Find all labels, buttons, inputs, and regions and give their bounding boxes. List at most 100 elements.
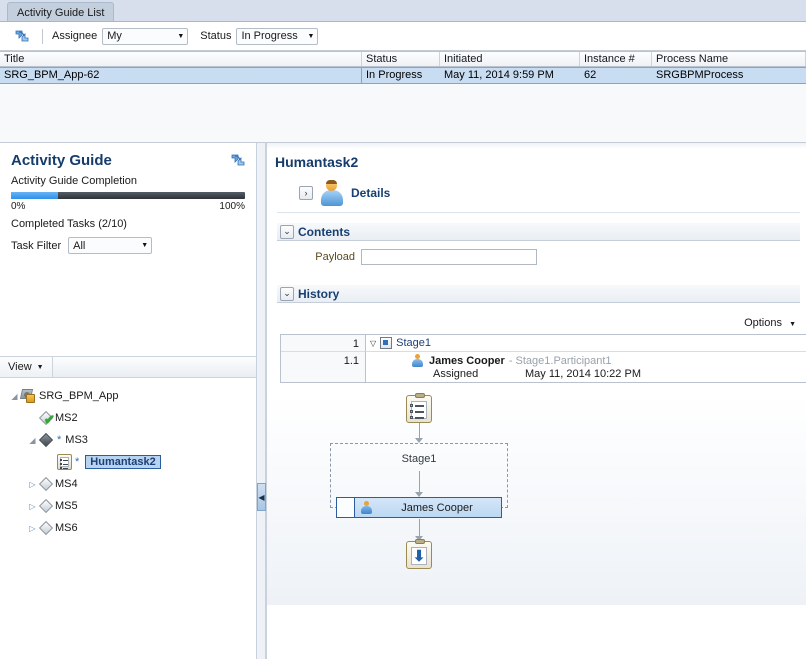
details-section-header[interactable]: › Details bbox=[277, 174, 800, 213]
options-menu-button[interactable]: Options ▼ bbox=[744, 317, 796, 329]
column-header-status[interactable]: Status bbox=[362, 52, 440, 66]
history-row-content: ▽ Stage1 bbox=[366, 335, 806, 352]
task-icon bbox=[57, 454, 72, 470]
cell-title: SRG_BPM_App-62 bbox=[0, 68, 362, 83]
payload-row: Payload bbox=[277, 241, 800, 275]
progress-max-label: 100% bbox=[219, 201, 245, 212]
chevron-down-icon: ▼ bbox=[36, 363, 44, 371]
task-detail-panel: Humantask2 › Details ⌄ Contents Payload … bbox=[266, 143, 806, 659]
task-tree: ◢ SRG_BPM_App ✔ MS2 ◢ * MS3 * Humantask2 ▷ MS4 ▷ MS5… bbox=[0, 378, 256, 659]
main-split: Activity Guide Activity Guide Completion… bbox=[0, 143, 806, 659]
completion-progress-bar bbox=[11, 192, 245, 199]
assignee-value: My bbox=[107, 30, 122, 42]
tree-twisty-collapsed[interactable]: ▷ bbox=[26, 524, 39, 533]
task-start-icon[interactable] bbox=[406, 393, 432, 423]
history-row-content: James Cooper - Stage1.Participant1 Assig… bbox=[366, 352, 806, 382]
refresh-icon[interactable] bbox=[13, 27, 31, 45]
assignee-select[interactable]: My ▼ bbox=[102, 27, 189, 45]
flow-arrow bbox=[415, 471, 424, 497]
chevron-down-icon: ▼ bbox=[307, 32, 315, 40]
details-expand-button[interactable]: › bbox=[299, 186, 313, 200]
refresh-icon[interactable] bbox=[229, 151, 247, 169]
participant-role: - Stage1.Participant1 bbox=[508, 354, 612, 367]
milestone-icon bbox=[38, 476, 54, 492]
column-header-instance[interactable]: Instance # bbox=[580, 52, 652, 66]
tree-node-ms5[interactable]: ▷ MS5 bbox=[0, 495, 256, 517]
contents-section-header[interactable]: ⌄ Contents bbox=[277, 223, 800, 241]
tree-twisty-collapsed[interactable]: ▷ bbox=[26, 502, 39, 511]
status-label: Status bbox=[200, 30, 232, 42]
view-menu-button[interactable]: View ▼ bbox=[0, 357, 53, 377]
milestone-icon bbox=[38, 498, 54, 514]
tree-toolbar: View ▼ bbox=[0, 357, 256, 378]
progress-legend: 0% 100% bbox=[11, 201, 245, 212]
contents-section: ⌄ Contents Payload bbox=[277, 223, 800, 275]
task-filter-select[interactable]: All ▼ bbox=[68, 237, 153, 254]
status-select[interactable]: In Progress ▼ bbox=[236, 27, 319, 45]
history-section-header[interactable]: ⌄ History bbox=[277, 285, 800, 303]
history-row-participant[interactable]: 1.1 James Cooper - Stage1.Participant1 A… bbox=[281, 352, 806, 382]
application-icon bbox=[19, 388, 38, 404]
history-section: ⌄ History bbox=[277, 285, 800, 303]
expand-triangle-icon[interactable]: ▽ bbox=[370, 339, 376, 348]
completed-tasks: Completed Tasks (2/10) bbox=[11, 218, 245, 230]
tree-node-humantask2[interactable]: * Humantask2 bbox=[0, 451, 256, 473]
progress-fill bbox=[11, 192, 58, 199]
tree-node-ms4[interactable]: ▷ MS4 bbox=[0, 473, 256, 495]
tree-node-ms6[interactable]: ▷ MS6 bbox=[0, 517, 256, 539]
task-tree-panel: View ▼ ◢ SRG_BPM_App ✔ MS2 ◢ * MS3 * Humantask2 ▷… bbox=[0, 356, 256, 659]
avatar bbox=[321, 180, 343, 206]
completed-tasks-value: (2/10) bbox=[98, 218, 127, 230]
milestone-active-icon bbox=[38, 432, 54, 448]
progress-min-label: 0% bbox=[11, 201, 26, 212]
person-icon bbox=[360, 501, 373, 514]
cell-process-name: SRGBPMProcess bbox=[656, 69, 744, 81]
tab-activity-guide-list[interactable]: Activity Guide List bbox=[7, 2, 115, 21]
tree-node-label: SRG_BPM_App bbox=[39, 390, 119, 402]
milestone-icon bbox=[38, 520, 54, 536]
table-header-row: Title Status Initiated Instance # Proces… bbox=[0, 51, 806, 67]
stage-icon bbox=[380, 337, 393, 349]
tree-node-label: Humantask2 bbox=[85, 455, 161, 469]
completion-label: Activity Guide Completion bbox=[11, 175, 137, 187]
column-header-title[interactable]: Title bbox=[0, 52, 362, 66]
tree-twisty-expanded[interactable]: ◢ bbox=[26, 436, 39, 445]
tree-node-ms3[interactable]: ◢ * MS3 bbox=[0, 429, 256, 451]
history-table: 1 ▽ Stage1 1.1 James Cooper - Stage1.Par… bbox=[280, 334, 806, 383]
column-header-initiated[interactable]: Initiated bbox=[440, 52, 580, 66]
tree-node-ms2[interactable]: ✔ MS2 bbox=[0, 407, 256, 429]
assignee-label: Assignee bbox=[52, 30, 98, 42]
modified-marker: * bbox=[75, 456, 80, 468]
tree-node-label: MS3 bbox=[65, 434, 88, 446]
participant-swatch bbox=[337, 498, 355, 517]
tree-twisty-collapsed[interactable]: ▷ bbox=[26, 480, 39, 489]
panel-splitter[interactable]: ◀ bbox=[257, 143, 266, 659]
activity-guide-header: Activity Guide bbox=[0, 143, 256, 171]
activity-guide-table: Title Status Initiated Instance # Proces… bbox=[0, 51, 806, 143]
stage-container: Stage1 James Cooper bbox=[330, 443, 508, 518]
table-row[interactable]: SRG_BPM_App-62 In Progress May 11, 2014 … bbox=[0, 67, 806, 84]
history-label: History bbox=[298, 286, 340, 301]
participant-timestamp: May 11, 2014 10:22 PM bbox=[525, 368, 641, 380]
payload-input[interactable] bbox=[361, 249, 537, 265]
flow-arrow bbox=[415, 423, 424, 443]
tree-twisty-expanded[interactable]: ◢ bbox=[8, 392, 21, 401]
chevron-down-icon: ▼ bbox=[141, 242, 149, 249]
splitter-collapse-handle[interactable]: ◀ bbox=[257, 483, 266, 511]
tab-strip: Activity Guide List bbox=[0, 0, 806, 22]
filter-toolbar: Assignee My ▼ Status In Progress ▼ bbox=[0, 22, 806, 51]
tree-node-srg_bpm_app[interactable]: ◢ SRG_BPM_App bbox=[0, 385, 256, 407]
participant-name: James Cooper bbox=[429, 354, 505, 367]
column-header-process-name[interactable]: Process Name bbox=[652, 52, 806, 66]
participant-node[interactable]: James Cooper bbox=[336, 497, 502, 518]
details-label: Details bbox=[351, 186, 391, 200]
task-submit-icon[interactable]: ⬇ bbox=[406, 539, 432, 569]
chevron-down-icon[interactable]: ⌄ bbox=[280, 286, 294, 301]
activity-guide-panel: Activity Guide Activity Guide Completion… bbox=[0, 143, 257, 659]
chevron-down-icon[interactable]: ⌄ bbox=[280, 224, 294, 239]
history-row-stage[interactable]: 1 ▽ Stage1 bbox=[281, 335, 806, 352]
stage-label: Stage1 bbox=[401, 453, 437, 465]
cell-status: In Progress bbox=[366, 69, 423, 81]
activity-guide-title: Activity Guide bbox=[11, 151, 112, 169]
history-options-row: Options ▼ bbox=[267, 303, 806, 334]
